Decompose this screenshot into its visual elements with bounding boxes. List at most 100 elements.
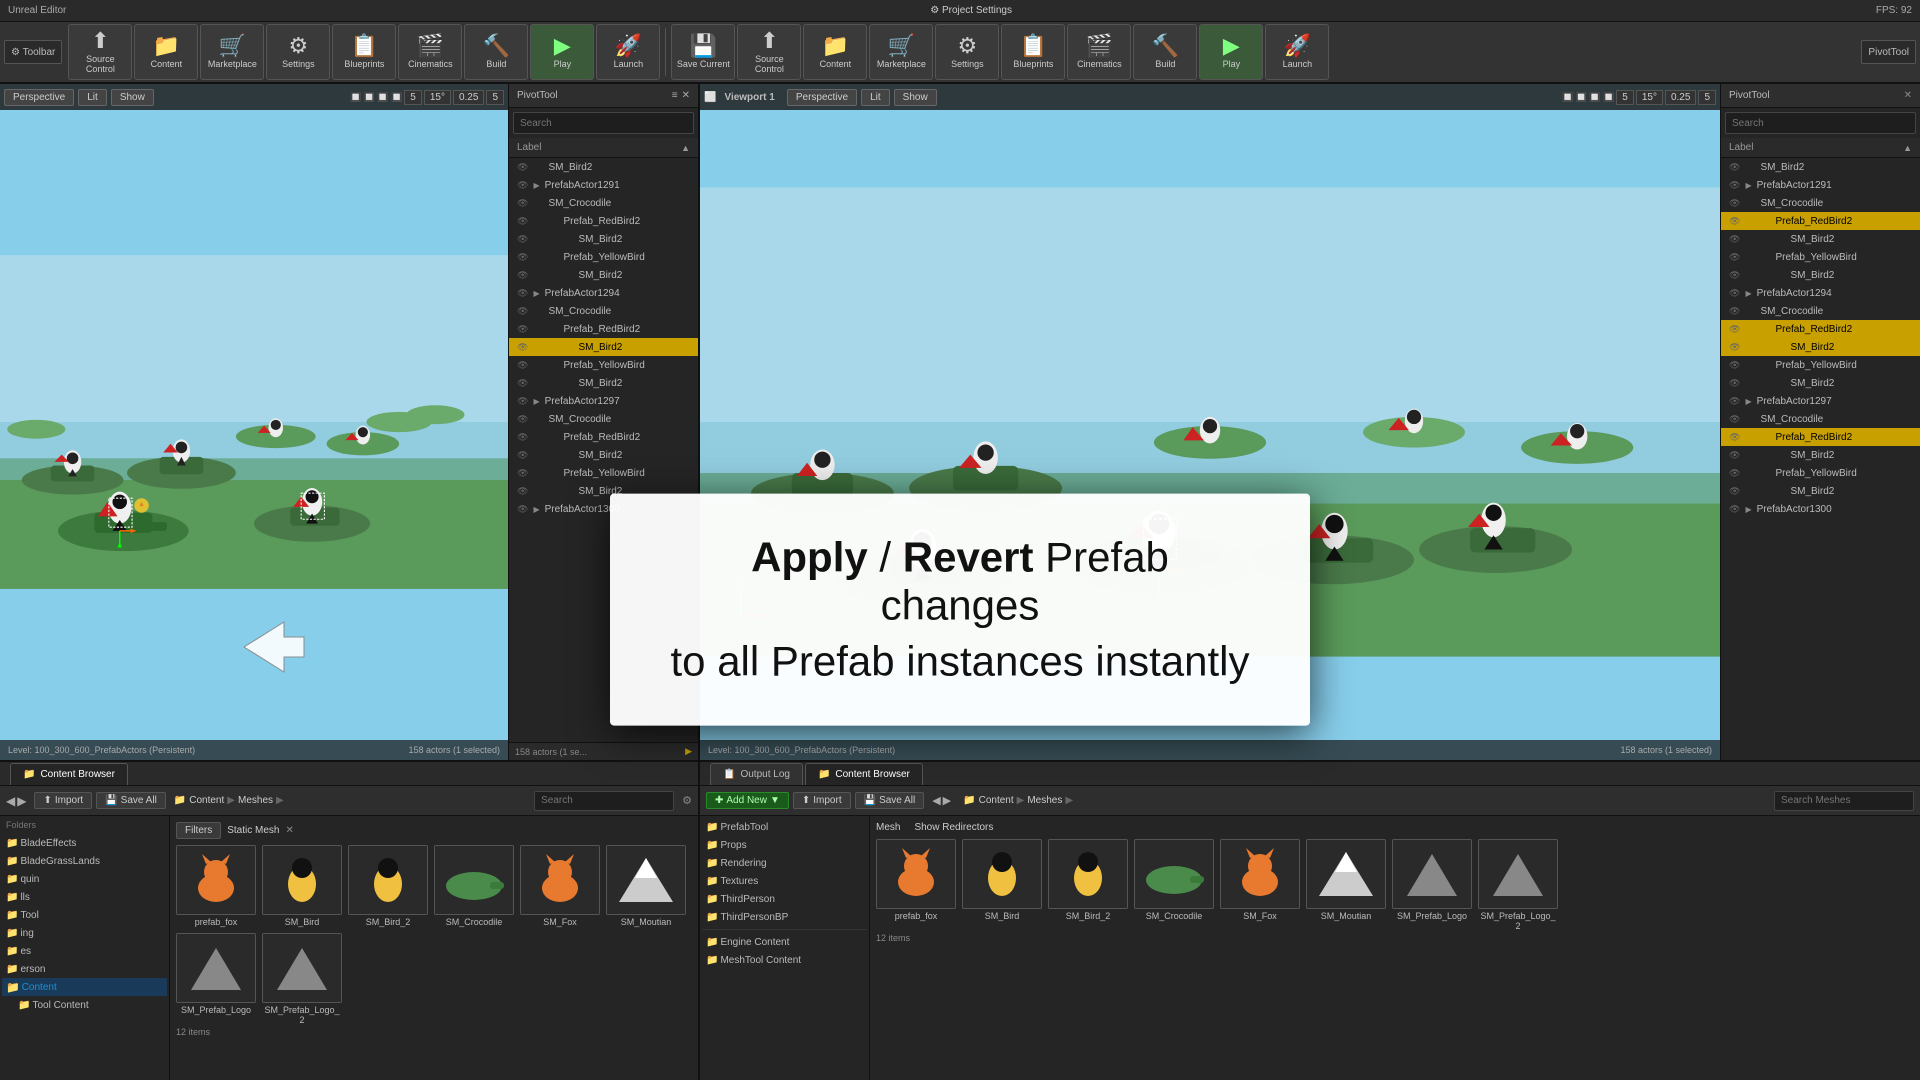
filters-btn[interactable]: Filters [176, 822, 221, 839]
eye-icon[interactable]: 👁 [1729, 216, 1740, 227]
outliner-item[interactable]: 👁SM_Bird2 [1721, 374, 1920, 392]
left-pivot-close[interactable]: ✕ [682, 90, 690, 101]
eye-icon[interactable]: 👁 [1729, 378, 1740, 389]
save-all-r-button[interactable]: 💾 Save All [855, 792, 925, 809]
outliner-item[interactable]: 👁SM_Bird2 [509, 374, 698, 392]
asset-item[interactable]: SM_Prefab_Logo [1392, 839, 1472, 931]
expand-icon[interactable]: ▶ [1745, 289, 1751, 298]
outliner-item[interactable]: 👁SM_Bird2 [509, 266, 698, 284]
marketplace-r-button[interactable]: 🛒 Marketplace [869, 24, 933, 80]
eye-icon[interactable]: 👁 [1729, 342, 1740, 353]
asset-item[interactable]: SM_Moutian [1306, 839, 1386, 931]
right-cb-meshes[interactable]: Meshes [1027, 795, 1062, 806]
asset-item[interactable]: SM_Crocodile [1134, 839, 1214, 931]
content-button[interactable]: 📁 Content [134, 24, 198, 80]
eye-icon[interactable]: 👁 [517, 180, 528, 191]
right-tree-textures[interactable]: 📁 Textures [702, 872, 867, 890]
outliner-item[interactable]: 👁▶PrefabActor1291 [1721, 176, 1920, 194]
output-log-tab[interactable]: 📋 Output Log [710, 763, 803, 785]
outliner-item[interactable]: 👁Prefab_YellowBird [509, 248, 698, 266]
eye-icon[interactable]: 👁 [1729, 252, 1740, 263]
left-pivot-menu[interactable]: ≡ [672, 90, 678, 101]
settings-button[interactable]: ⚙ Settings [266, 24, 330, 80]
expand-icon[interactable]: ▶ [533, 289, 539, 298]
right-tree-engine[interactable]: 📁 Engine Content [702, 933, 867, 951]
outliner-item[interactable]: 👁▶PrefabActor1294 [509, 284, 698, 302]
right-tree-prefabtool[interactable]: 📁 PrefabTool [702, 818, 867, 836]
build-r-button[interactable]: 🔨 Build [1133, 24, 1197, 80]
left-vp-show[interactable]: Show [111, 89, 154, 106]
outliner-item[interactable]: 👁SM_Bird2 [1721, 230, 1920, 248]
eye-icon[interactable]: 👁 [1729, 396, 1740, 407]
asset-item[interactable]: SM_Bird_2 [1048, 839, 1128, 931]
source-control-button[interactable]: ⬆ Source Control [68, 24, 132, 80]
sort-icon[interactable]: ▲ [681, 143, 690, 153]
asset-item[interactable]: SM_Moutian [606, 845, 686, 927]
asset-item[interactable]: SM_Bird [262, 845, 342, 927]
eye-icon[interactable]: 👁 [1729, 324, 1740, 335]
content-browser-tab-right[interactable]: 📁 Content Browser [805, 763, 923, 785]
right-tree-rendering[interactable]: 📁 Rendering [702, 854, 867, 872]
eye-icon[interactable]: 👁 [517, 288, 528, 299]
asset-item[interactable]: SM_Bird_2 [348, 845, 428, 927]
eye-icon[interactable]: 👁 [1729, 306, 1740, 317]
eye-icon[interactable]: 👁 [517, 504, 528, 515]
right-tree-thirdpersonbp[interactable]: 📁 ThirdPersonBP [702, 908, 867, 926]
eye-icon[interactable]: 👁 [1729, 414, 1740, 425]
save-current-button[interactable]: 💾 Save Current [671, 24, 735, 80]
outliner-item[interactable]: 👁Prefab_YellowBird [509, 356, 698, 374]
outliner-item[interactable]: 👁Prefab_YellowBird [1721, 356, 1920, 374]
play-button[interactable]: ▶ Play [530, 24, 594, 80]
outliner-item[interactable]: 👁SM_Crocodile [509, 302, 698, 320]
eye-icon[interactable]: 👁 [1729, 468, 1740, 479]
outliner-item[interactable]: 👁SM_Bird2 [1721, 158, 1920, 176]
build-button[interactable]: 🔨 Build [464, 24, 528, 80]
tree-tool-content[interactable]: 📁 Tool Content [2, 996, 167, 1014]
add-new-button[interactable]: ✚ Add New ▼ [706, 792, 789, 809]
outliner-item[interactable]: 👁Prefab_YellowBird [1721, 464, 1920, 482]
eye-icon[interactable]: 👁 [1729, 450, 1740, 461]
eye-icon[interactable]: 👁 [517, 378, 528, 389]
expand-icon[interactable]: ▶ [1745, 181, 1751, 190]
expand-icon[interactable]: ▶ [533, 505, 539, 514]
outliner-item[interactable]: 👁SM_Bird2 [1721, 266, 1920, 284]
save-all-button[interactable]: 💾 Save All [96, 792, 166, 809]
eye-icon[interactable]: 👁 [1729, 234, 1740, 245]
asset-item[interactable]: SM_Bird [962, 839, 1042, 931]
eye-icon[interactable]: 👁 [517, 234, 528, 245]
eye-icon[interactable]: 👁 [517, 432, 528, 443]
launch-r-button[interactable]: 🚀 Launch [1265, 24, 1329, 80]
eye-icon[interactable]: 👁 [1729, 162, 1740, 173]
outliner-item[interactable]: 👁Prefab_RedBird2 [1721, 320, 1920, 338]
eye-icon[interactable]: 👁 [517, 450, 528, 461]
outliner-item[interactable]: 👁Prefab_RedBird2 [1721, 428, 1920, 446]
eye-icon[interactable]: 👁 [1729, 270, 1740, 281]
eye-icon[interactable]: 👁 [517, 360, 528, 371]
eye-icon[interactable]: 👁 [517, 216, 528, 227]
content-browser-tab[interactable]: 📁 Content Browser [10, 763, 128, 785]
launch-button[interactable]: 🚀 Launch [596, 24, 660, 80]
eye-icon[interactable]: 👁 [1729, 432, 1740, 443]
left-vp-lit[interactable]: Lit [78, 89, 107, 106]
expand-icon[interactable]: ▶ [533, 181, 539, 190]
outliner-item[interactable]: 👁SM_Crocodile [1721, 194, 1920, 212]
outliner-item[interactable]: 👁Prefab_RedBird2 [509, 320, 698, 338]
cb-fwd-btn[interactable]: ▶ [17, 794, 26, 808]
outliner-item[interactable]: 👁SM_Crocodile [509, 410, 698, 428]
eye-icon[interactable]: 👁 [1729, 486, 1740, 497]
outliner-item[interactable]: 👁▶PrefabActor1291 [509, 176, 698, 194]
eye-icon[interactable]: 👁 [1729, 504, 1740, 515]
cinematics-button[interactable]: 🎬 Cinematics [398, 24, 462, 80]
outliner-item[interactable]: 👁Prefab_RedBird2 [509, 428, 698, 446]
eye-icon[interactable]: 👁 [517, 342, 528, 353]
content-r-button[interactable]: 📁 Content [803, 24, 867, 80]
outliner-item[interactable]: 👁Prefab_YellowBird [1721, 248, 1920, 266]
cinematics-r-button[interactable]: 🎬 Cinematics [1067, 24, 1131, 80]
source-control-r-button[interactable]: ⬆ Source Control [737, 24, 801, 80]
outliner-item[interactable]: 👁SM_Crocodile [1721, 302, 1920, 320]
eye-icon[interactable]: 👁 [517, 468, 528, 479]
right-cb-back[interactable]: ◀ [932, 794, 940, 807]
right-pivot-search[interactable] [1725, 112, 1916, 134]
tree-lls[interactable]: 📁 lls [2, 888, 167, 906]
cb-path-meshes[interactable]: Meshes [238, 795, 273, 806]
